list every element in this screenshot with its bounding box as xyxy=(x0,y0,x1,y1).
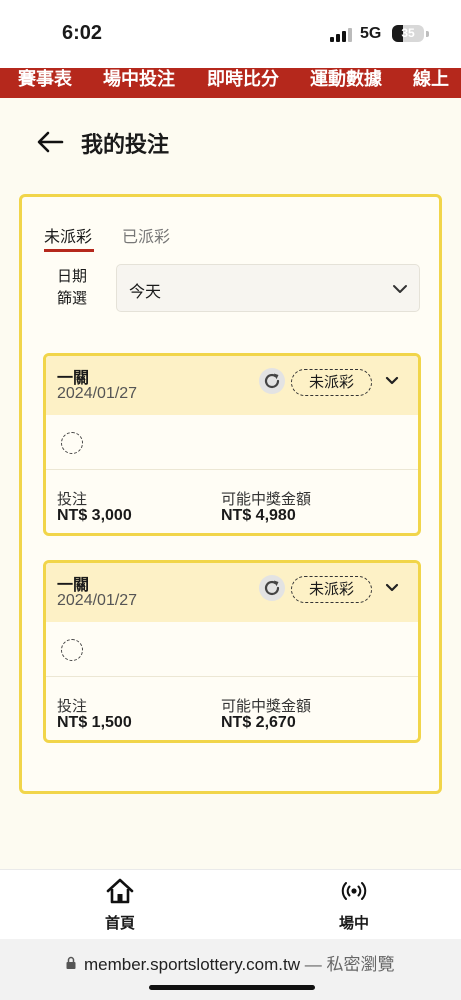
battery-tip xyxy=(426,31,429,37)
nav-item-live-betting[interactable]: 場中投注 xyxy=(103,68,175,91)
url-domain: member.sportslottery.com.tw xyxy=(84,955,301,974)
payout-label: 可能中獎金額 xyxy=(221,490,312,508)
chevron-down-icon[interactable] xyxy=(384,373,400,389)
chevron-down-icon xyxy=(393,285,407,293)
stake-value: NT$ 3,000 xyxy=(57,507,132,524)
bottom-nav-home-label: 首頁 xyxy=(104,914,135,932)
private-browsing-label: — 私密瀏覽 xyxy=(300,955,395,974)
back-arrow-icon[interactable] xyxy=(36,128,64,156)
stake-label: 投注 xyxy=(57,697,88,715)
divider xyxy=(46,469,418,470)
status-bar: 6:02 5G 35 xyxy=(0,0,461,68)
nav-item-online[interactable]: 線上 xyxy=(413,68,449,91)
payout-value: NT$ 2,670 xyxy=(221,714,296,731)
battery-icon: 35 xyxy=(392,25,424,42)
refresh-icon xyxy=(264,373,280,389)
bottom-nav-home[interactable]: 首頁 xyxy=(80,878,160,933)
bet-date: 2024/01/27 xyxy=(57,592,138,609)
home-indicator xyxy=(149,985,315,990)
page-title: 我的投注 xyxy=(81,133,170,158)
broadcast-icon xyxy=(341,882,367,900)
bet-card-header[interactable]: 一關 2024/01/27 未派彩 xyxy=(46,356,418,415)
status-time: 6:02 xyxy=(62,22,103,44)
payout-value: NT$ 4,980 xyxy=(221,507,296,524)
nav-item-live-scores[interactable]: 即時比分 xyxy=(207,68,279,91)
url-text: member.sportslottery.com.tw — 私密瀏覽 xyxy=(84,950,394,975)
bet-card-header[interactable]: 一關 2024/01/27 未派彩 xyxy=(46,563,418,622)
home-icon xyxy=(106,878,134,904)
battery-percent: 35 xyxy=(401,26,415,40)
top-nav: 賽事表 場中投注 即時比分 運動數據 線上 xyxy=(0,68,461,98)
stake-label: 投注 xyxy=(57,490,88,508)
bet-card: 一關 2024/01/27 未派彩 投注 NT$ 3,000 可能中獎金額 NT… xyxy=(43,353,421,536)
tab-settled[interactable]: 已派彩 xyxy=(122,223,170,247)
bottom-nav-live[interactable]: 場中 xyxy=(314,878,394,933)
date-filter-select[interactable]: 今天 xyxy=(116,264,420,312)
payout-label: 可能中獎金額 xyxy=(221,697,312,715)
lock-icon xyxy=(66,956,76,969)
chevron-down-icon[interactable] xyxy=(384,580,400,596)
stake-value: NT$ 1,500 xyxy=(57,714,132,731)
nav-item-schedule[interactable]: 賽事表 xyxy=(18,68,72,91)
network-label: 5G xyxy=(360,25,382,42)
status-badge: 未派彩 xyxy=(291,369,372,396)
browser-url-bar[interactable]: member.sportslottery.com.tw — 私密瀏覽 xyxy=(0,939,461,1000)
refresh-button[interactable] xyxy=(259,575,285,601)
bet-card: 一關 2024/01/27 未派彩 投注 NT$ 1,500 可能中獎金額 NT… xyxy=(43,560,421,743)
bottom-nav-live-label: 場中 xyxy=(338,914,369,932)
nav-item-sports-data[interactable]: 運動數據 xyxy=(310,68,382,91)
refresh-icon xyxy=(264,580,280,596)
date-filter-label: 日期篩選 xyxy=(56,267,87,307)
loading-spinner-icon xyxy=(61,432,83,454)
refresh-button[interactable] xyxy=(259,368,285,394)
signal-icon xyxy=(330,28,352,42)
date-filter-value: 今天 xyxy=(129,282,162,301)
loading-spinner-icon xyxy=(61,639,83,661)
tab-active-indicator xyxy=(44,249,94,252)
divider xyxy=(46,676,418,677)
bets-panel: 未派彩 已派彩 日期篩選 今天 一關 2024/01/27 未派彩 投注 NT$… xyxy=(19,194,442,794)
tab-unsettled[interactable]: 未派彩 xyxy=(44,223,92,247)
bottom-nav: 首頁 場中 xyxy=(0,869,461,939)
status-badge: 未派彩 xyxy=(291,576,372,603)
bet-date: 2024/01/27 xyxy=(57,385,138,402)
